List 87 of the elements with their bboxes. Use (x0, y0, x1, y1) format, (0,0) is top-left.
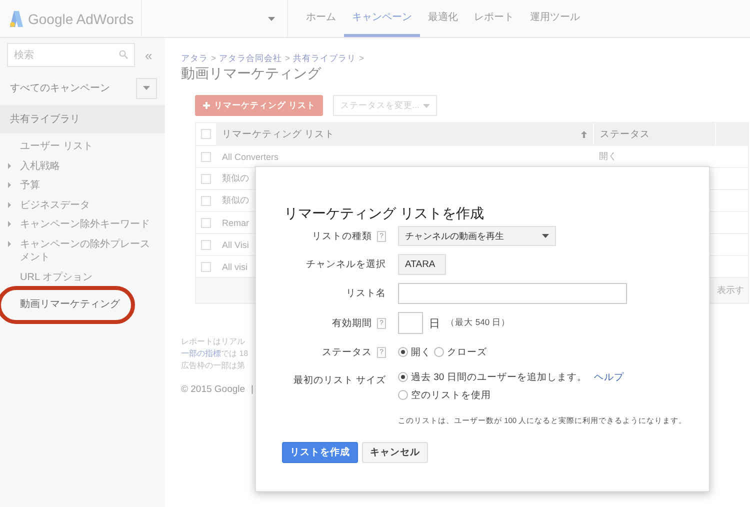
expand-arrow-icon[interactable] (8, 162, 11, 168)
dropdown-caret-icon (268, 16, 275, 20)
collapse-button[interactable]: « (145, 48, 152, 62)
dropdown-caret-icon (423, 104, 430, 108)
sidebar-item[interactable]: 入札戦略 (20, 160, 60, 173)
search-icon (119, 50, 128, 59)
column-title: リマーケティング リスト (222, 128, 335, 140)
dropdown-button[interactable] (136, 78, 157, 98)
checkbox[interactable] (201, 262, 211, 272)
expand-arrow-icon[interactable] (8, 240, 11, 246)
checkbox[interactable] (201, 218, 211, 228)
dropdown[interactable]: チャンネルの動画を再生 (398, 226, 556, 246)
sidebar-item[interactable]: ユーザー リスト (20, 140, 93, 154)
input-field[interactable] (398, 312, 423, 334)
sidebar-item[interactable]: ビジネスデータ (20, 198, 90, 212)
table-cell: 開く (599, 151, 617, 161)
campaigns-link[interactable]: すべてのキャンペーン (10, 81, 110, 95)
field-label: 最初のリスト サイズ (293, 374, 386, 386)
nav-tab[interactable]: キャンペーン (344, 0, 420, 37)
page-title: 動画リマーケティング (181, 65, 322, 83)
radio-label: 空のリストを使用 (411, 388, 491, 402)
footer-separator: | (251, 384, 254, 395)
search-field[interactable]: 検索 (7, 43, 135, 67)
checkbox[interactable] (201, 174, 211, 184)
table-cell: Remar (222, 218, 250, 228)
breadcrumb-separator: > (358, 53, 364, 65)
field-label: リストの種類 (312, 230, 372, 242)
field-label: 有効期間 (332, 316, 372, 330)
footnote-text: レポートはリアル (181, 337, 245, 346)
checkbox[interactable] (201, 129, 211, 139)
metrics-link[interactable]: 一部の指標 (181, 349, 221, 358)
dropdown-caret-icon (143, 86, 150, 90)
table-cell: All Visi (222, 240, 249, 250)
radio-button[interactable] (434, 347, 444, 357)
column-header[interactable]: ステータス (593, 123, 715, 145)
logo-icon (10, 10, 23, 26)
breadcrumb-link[interactable]: アタラ合同会社 (218, 53, 282, 65)
sidebar-item[interactable]: キャンペーンの除外プレースメント (20, 238, 155, 264)
cancel-button[interactable]: キャンセル (362, 442, 428, 463)
table-cell: All Converters (222, 152, 279, 162)
section-header[interactable]: 共有ライブラリ (0, 105, 165, 133)
checkbox[interactable] (201, 240, 211, 250)
show-rows-label: 表示す (717, 284, 744, 297)
unit-label: 日 (429, 316, 440, 330)
radio-button[interactable] (398, 390, 408, 400)
input-field[interactable] (398, 283, 627, 304)
field-label: リスト名 (346, 286, 386, 300)
create-list-button[interactable]: リストを作成 (282, 442, 358, 463)
radio-label: 開く (411, 346, 431, 358)
column-header[interactable]: リマーケティング リスト (216, 123, 593, 145)
dropdown[interactable]: ATARA (398, 254, 446, 275)
table-cell: All visi (222, 262, 248, 272)
expand-arrow-icon[interactable] (8, 182, 11, 188)
expand-arrow-icon[interactable] (8, 221, 11, 227)
radio-button[interactable] (398, 347, 408, 357)
sort-arrow-icon[interactable] (581, 130, 587, 138)
breadcrumb-link[interactable]: 共有ライブラリ (292, 53, 356, 65)
sidebar-item[interactable]: 予算 (20, 179, 40, 192)
logo-text: Google AdWords (28, 10, 134, 26)
expand-arrow-icon[interactable] (8, 202, 11, 208)
checkbox[interactable] (201, 196, 211, 206)
breadcrumb-link[interactable]: アタラ (181, 53, 208, 65)
sidebar-item[interactable]: キャンペーン除外キーワード (20, 218, 150, 232)
field-label: ステータス (322, 346, 372, 358)
dialog-title: リマーケティング リストを作成 (283, 205, 485, 223)
sidebar-item[interactable]: 動画リマーケティング (20, 298, 120, 312)
breadcrumb-separator: > (211, 53, 216, 65)
dropdown-caret-icon (542, 234, 549, 238)
nav-tab[interactable]: ホーム (298, 0, 344, 37)
nav-tab[interactable]: 運用ツール (522, 0, 588, 37)
help-link[interactable]: ヘルプ (594, 370, 624, 384)
footnote-text: では 18 (221, 349, 248, 358)
radio-button[interactable] (398, 372, 408, 382)
hint-text: （最大 540 日） (446, 317, 510, 329)
radio-label: 過去 30 日間のユーザーを追加します。 (411, 370, 587, 384)
breadcrumb-separator: > (284, 53, 290, 65)
checkbox[interactable] (201, 152, 211, 162)
sidebar-item[interactable]: URL オプション (20, 270, 92, 284)
table-cell: 類似の (222, 195, 249, 205)
radio-label: クローズ (447, 346, 487, 358)
nav-tab[interactable]: 最適化 (420, 0, 466, 37)
copyright-text: © 2015 Google (181, 384, 246, 395)
add-list-button[interactable]: リマーケティング リスト (195, 95, 324, 116)
table-cell: 類似の (222, 173, 249, 183)
plus-icon (203, 102, 210, 109)
nav-tab[interactable]: レポート (466, 0, 522, 37)
field-label: チャンネルを選択 (306, 258, 386, 270)
